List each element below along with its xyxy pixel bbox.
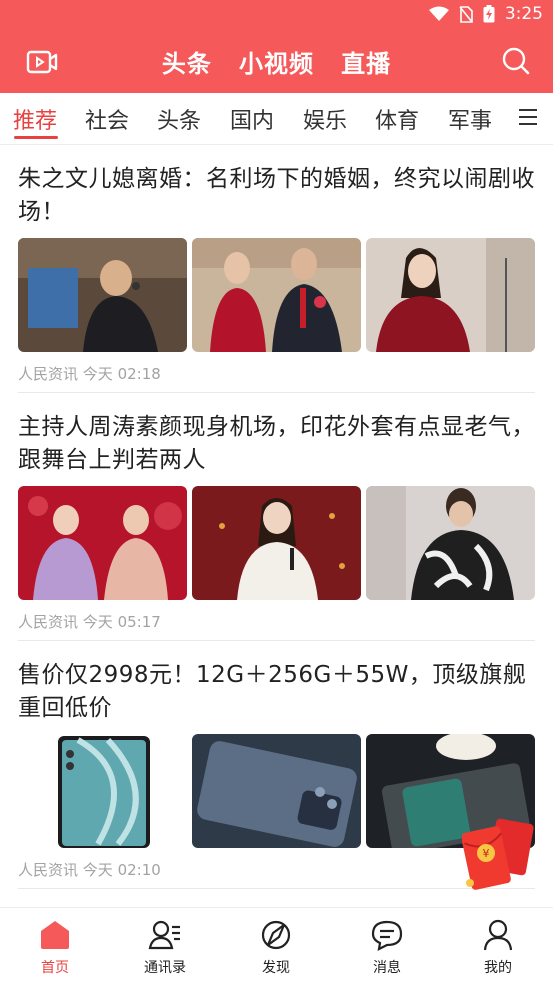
- news-time: 今天 05:17: [82, 613, 161, 631]
- tab-home[interactable]: 首页: [15, 918, 95, 977]
- news-thumbnail[interactable]: [192, 486, 361, 600]
- news-meta: 人民资讯 今天 02:18: [18, 363, 161, 384]
- status-bar: 3:25: [0, 0, 553, 32]
- news-meta: 人民资讯 今天 05:17: [18, 611, 161, 632]
- tab-messages[interactable]: 消息: [347, 918, 427, 977]
- news-thumbnail[interactable]: [18, 734, 187, 848]
- channel-headlines[interactable]: 头条: [157, 103, 201, 135]
- svg-text:¥: ¥: [483, 847, 490, 860]
- tab-profile[interactable]: 我的: [458, 918, 538, 977]
- news-source: 人民资讯: [18, 613, 79, 631]
- news-time: 今天 02:10: [82, 861, 161, 879]
- profile-icon: [483, 919, 513, 951]
- contacts-icon: [148, 920, 180, 950]
- wifi-icon: [428, 6, 449, 21]
- news-item[interactable]: 售价仅2998元！12G＋256G＋55W，顶级旗舰重回低价 人民资讯 今天 0…: [18, 659, 535, 889]
- status-time: 3:25: [504, 4, 543, 24]
- red-packet-icon[interactable]: ¥: [462, 815, 534, 890]
- menu-icon[interactable]: [517, 107, 539, 127]
- news-time: 今天 02:18: [82, 365, 161, 383]
- news-images: [18, 238, 535, 352]
- top-tab-live[interactable]: 直播: [341, 44, 391, 79]
- tab-profile-label: 我的: [484, 960, 512, 976]
- news-thumbnail[interactable]: [18, 486, 187, 600]
- bottom-tab-bar: 首页 通讯录 发现 消息 我的: [0, 907, 553, 983]
- news-title[interactable]: 朱之文儿媳离婚：名利场下的婚姻，终究以闹剧收场！: [18, 163, 535, 229]
- channel-active-indicator: [14, 136, 58, 139]
- message-icon: [371, 920, 403, 951]
- top-tab-short-video[interactable]: 小视频: [239, 44, 314, 79]
- discover-icon: [261, 920, 291, 950]
- tab-contacts-label: 通讯录: [144, 960, 186, 976]
- battery-charging-icon: [483, 5, 495, 23]
- top-nav-tabs: 头条 小视频 直播: [0, 44, 553, 79]
- channel-domestic[interactable]: 国内: [230, 103, 274, 135]
- news-thumbnail[interactable]: [366, 486, 535, 600]
- channel-military[interactable]: 军事: [448, 103, 492, 135]
- channel-society[interactable]: 社会: [85, 103, 129, 135]
- news-images: [18, 734, 535, 848]
- news-item[interactable]: 主持人周涛素颜现身机场，印花外套有点显老气，跟舞台上判若两人 人民资讯 今天 0…: [18, 411, 535, 641]
- tab-messages-label: 消息: [373, 960, 401, 976]
- home-icon: [41, 921, 69, 949]
- news-thumbnail[interactable]: [192, 238, 361, 352]
- news-item[interactable]: 朱之文儿媳离婚：名利场下的婚姻，终究以闹剧收场！ 人民资讯 今天 02:18: [18, 163, 535, 393]
- news-source: 人民资讯: [18, 861, 79, 879]
- no-sim-icon: [459, 5, 473, 23]
- search-icon[interactable]: [501, 46, 531, 76]
- news-thumbnail[interactable]: [366, 238, 535, 352]
- tab-home-label: 首页: [41, 960, 69, 976]
- news-images: [18, 486, 535, 600]
- app-header: 3:25 头条 小视频 直播: [0, 0, 553, 93]
- tab-contacts[interactable]: 通讯录: [125, 918, 205, 977]
- news-title[interactable]: 售价仅2998元！12G＋256G＋55W，顶级旗舰重回低价: [18, 659, 535, 725]
- news-source: 人民资讯: [18, 365, 79, 383]
- channel-bar: 推荐 社会 头条 国内 娱乐 体育 军事: [0, 93, 553, 145]
- news-thumbnail[interactable]: [18, 238, 187, 352]
- channel-sports[interactable]: 体育: [375, 103, 419, 135]
- news-title[interactable]: 主持人周涛素颜现身机场，印花外套有点显老气，跟舞台上判若两人: [18, 411, 535, 477]
- top-tab-headlines[interactable]: 头条: [162, 44, 212, 79]
- tab-discover-label: 发现: [262, 960, 290, 976]
- news-meta: 人民资讯 今天 02:10: [18, 859, 161, 880]
- tab-discover[interactable]: 发现: [236, 918, 316, 977]
- top-nav: 头条 小视频 直播: [0, 32, 553, 93]
- news-thumbnail[interactable]: [192, 734, 361, 848]
- channel-entertainment[interactable]: 娱乐: [303, 103, 347, 135]
- channel-recommended[interactable]: 推荐: [13, 103, 57, 135]
